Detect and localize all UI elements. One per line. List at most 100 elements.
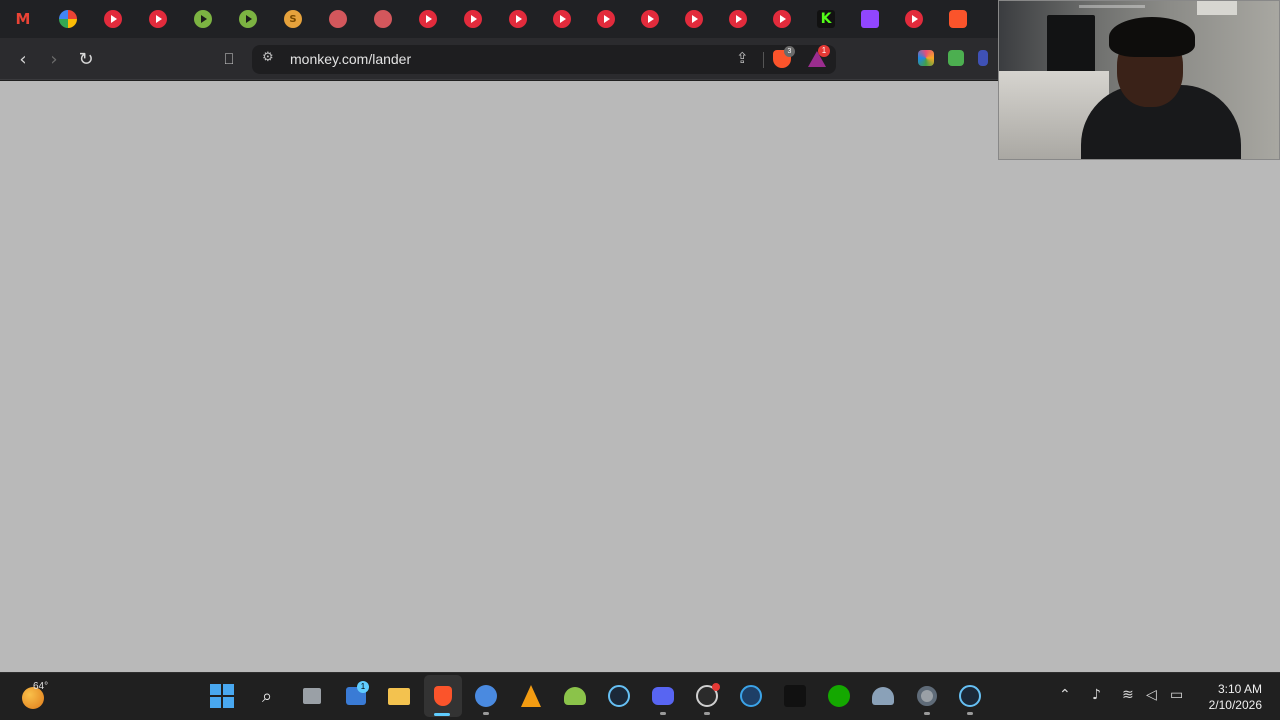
microphone-icon[interactable]: ♪: [1092, 687, 1101, 703]
site-settings-icon[interactable]: ⚙: [262, 50, 274, 65]
steam-icon[interactable]: [606, 683, 632, 709]
tab-youtube[interactable]: [901, 6, 927, 32]
store-badge: 1: [357, 681, 369, 693]
tab-youtube[interactable]: [100, 6, 126, 32]
share-icon[interactable]: ⇪: [736, 49, 749, 67]
settings-icon[interactable]: [914, 683, 940, 709]
webcam-person-hair: [1109, 17, 1195, 57]
volume-icon[interactable]: ◁: [1146, 687, 1157, 703]
cloud-icon[interactable]: [473, 683, 499, 709]
webcam-overlay: [998, 0, 1280, 160]
back-button[interactable]: ‹: [11, 47, 35, 71]
tab-youtube[interactable]: [145, 6, 171, 32]
youtube-icon: [464, 10, 482, 28]
reload-button[interactable]: ↻: [74, 47, 98, 71]
running-indicator: [924, 712, 930, 715]
tab-youtube[interactable]: [725, 6, 751, 32]
youtube-icon: [149, 10, 167, 28]
running-indicator: [704, 712, 710, 715]
helmet-icon[interactable]: [870, 683, 896, 709]
tab-play[interactable]: [190, 6, 216, 32]
discord-icon[interactable]: [650, 683, 676, 709]
tab-brave[interactable]: [945, 6, 971, 32]
ccleaner-icon[interactable]: [738, 683, 764, 709]
terminal-icon[interactable]: [782, 683, 808, 709]
google-multicolor-icon: [59, 10, 77, 28]
youtube-icon: [509, 10, 527, 28]
tab-youtube[interactable]: [460, 6, 486, 32]
bookmark-button[interactable]: ⎕: [217, 47, 241, 71]
webcam-monitor: [1047, 15, 1095, 75]
task-view-icon[interactable]: [299, 683, 325, 709]
brave-icon: [949, 10, 967, 28]
recording-indicator: [712, 683, 720, 691]
shield-icon: [329, 10, 347, 28]
extension-puzzle-icon[interactable]: [978, 50, 988, 66]
clock-date: 2/10/2026: [1208, 698, 1262, 712]
wifi-icon[interactable]: ≋: [1122, 687, 1134, 703]
divider: [763, 52, 764, 68]
tab-play[interactable]: [235, 6, 261, 32]
upwork-icon[interactable]: [826, 683, 852, 709]
running-indicator: [483, 712, 489, 715]
battery-icon[interactable]: ▭: [1170, 687, 1183, 703]
address-bar[interactable]: ⚙ monkey.com/lander ⇪ 3 1: [252, 45, 836, 74]
vlc-icon[interactable]: [518, 683, 544, 709]
tab-youtube[interactable]: [769, 6, 795, 32]
brave-browser-icon[interactable]: [430, 683, 456, 709]
gmail-icon: M: [15, 10, 31, 28]
tab-shield[interactable]: [325, 6, 351, 32]
android-icon[interactable]: [562, 683, 588, 709]
tab-twitch[interactable]: [857, 6, 883, 32]
youtube-icon: [597, 10, 615, 28]
tab-shield[interactable]: [370, 6, 396, 32]
youtube-icon: [905, 10, 923, 28]
twitch-icon: [861, 10, 879, 28]
youtube-icon: [104, 10, 122, 28]
webcam-lamp: [1197, 1, 1237, 15]
play-icon: [239, 10, 257, 28]
running-indicator: [660, 712, 666, 715]
coin-icon: S: [284, 10, 302, 28]
chevron-up-icon[interactable]: ⌃: [1059, 687, 1071, 703]
page-viewport[interactable]: [0, 81, 1280, 672]
tab-gmail[interactable]: M: [10, 6, 36, 32]
rewards-count-badge: 1: [818, 45, 830, 57]
tab-youtube[interactable]: [415, 6, 441, 32]
running-indicator: [967, 712, 973, 715]
forward-button[interactable]: ›: [42, 47, 66, 71]
search-icon[interactable]: ⌕: [254, 683, 280, 709]
tab-coin[interactable]: S: [280, 6, 306, 32]
tab-youtube[interactable]: [505, 6, 531, 32]
youtube-icon: [773, 10, 791, 28]
chevron-left-icon: ‹: [19, 48, 27, 70]
tab-youtube[interactable]: [637, 6, 663, 32]
windows-start-icon[interactable]: [209, 683, 235, 709]
chevron-right-icon: ›: [50, 48, 58, 70]
tab-youtube[interactable]: [549, 6, 575, 32]
steam-icon[interactable]: [957, 683, 983, 709]
tab-google[interactable]: [55, 6, 81, 32]
url-text[interactable]: monkey.com/lander: [290, 51, 411, 67]
extension-color-icon[interactable]: [918, 50, 934, 66]
youtube-icon: [553, 10, 571, 28]
clock[interactable]: 3:10 AM 2/10/2026: [1209, 681, 1262, 713]
bookmark-icon: ⎕: [224, 50, 234, 68]
reload-icon: ↻: [78, 48, 94, 70]
youtube-icon: [685, 10, 703, 28]
kick-icon: K: [817, 10, 835, 28]
clock-time: 3:10 AM: [1217, 682, 1262, 696]
youtube-icon: [641, 10, 659, 28]
shield-icon: [374, 10, 392, 28]
file-explorer-icon[interactable]: [386, 683, 412, 709]
shields-count-badge: 3: [784, 46, 795, 57]
webcam-watermark: [1079, 5, 1145, 8]
tab-youtube[interactable]: [593, 6, 619, 32]
tab-kick[interactable]: K: [813, 6, 839, 32]
tab-youtube[interactable]: [681, 6, 707, 32]
extension-check-icon[interactable]: [948, 50, 964, 66]
weather-temperature[interactable]: 64°: [33, 681, 48, 692]
play-icon: [194, 10, 212, 28]
youtube-icon: [419, 10, 437, 28]
youtube-icon: [729, 10, 747, 28]
